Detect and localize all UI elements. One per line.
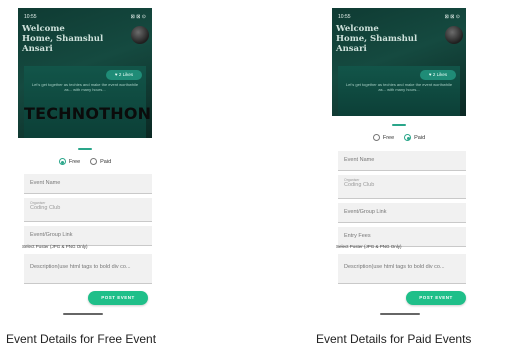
paid-event-screen: 10:55 ⊠ ⊠ ⊙ Welcome Home, Shamshul Ansar… [332, 8, 466, 316]
pricing-radio-group: Free Paid [18, 158, 152, 165]
select-poster-link[interactable]: Select Poster (JPG & PNG Only) [336, 244, 402, 249]
pricing-radio-group: Free Paid [332, 134, 466, 141]
select-poster-link[interactable]: Select Poster (JPG & PNG Only) [22, 244, 88, 249]
avatar[interactable] [131, 26, 149, 44]
radio-free-label: Free [382, 134, 395, 141]
home-indicator [380, 313, 420, 315]
likes-chip[interactable]: ♥ 2 Likes [106, 70, 142, 80]
radio-free[interactable]: Free [372, 134, 395, 141]
radio-paid-icon [90, 158, 98, 165]
radio-free-icon [58, 158, 66, 165]
welcome-title: Welcome Home, Shamshul Ansari [336, 24, 418, 54]
status-time: 10:55 [338, 14, 351, 20]
event-caption: Let's get together as techies and make t… [345, 82, 453, 92]
description-placeholder: Description(use html tags to bold div co… [30, 264, 131, 270]
page-indicator [392, 124, 406, 126]
event-link-field[interactable]: Event/Group Link [24, 226, 152, 246]
event-link-label: Event/Group Link [344, 209, 387, 215]
avatar[interactable] [445, 26, 463, 44]
radio-free-icon [372, 134, 380, 141]
organiser-field[interactable]: Organiser Coding Club [338, 175, 466, 199]
status-bar: 10:55 ⊠ ⊠ ⊙ [24, 12, 146, 22]
post-event-button[interactable]: POST EVENT [88, 291, 148, 305]
organiser-field[interactable]: Organiser Coding Club [24, 198, 152, 222]
organiser-value: Coding Club [30, 205, 61, 211]
description-placeholder: Description(use html tags to bold div co… [344, 264, 445, 270]
radio-paid[interactable]: Paid [90, 158, 111, 165]
event-caption: Let's get together as techies and make t… [31, 82, 139, 92]
event-link-field[interactable]: Event/Group Link [338, 203, 466, 223]
event-link-label: Event/Group Link [30, 232, 73, 238]
status-icons: ⊠ ⊠ ⊙ [444, 14, 460, 20]
event-name-field[interactable]: Event Name [24, 174, 152, 194]
organiser-value: Coding Club [344, 182, 375, 188]
status-icons: ⊠ ⊠ ⊙ [130, 14, 146, 20]
radio-paid-label: Paid [100, 158, 112, 165]
entry-fees-label: Entry Fees [344, 233, 371, 239]
radio-free-label: Free [68, 158, 81, 165]
paid-caption: Event Details for Paid Events [316, 332, 472, 346]
home-indicator [63, 313, 103, 315]
event-name-label: Event Name [344, 157, 375, 163]
description-field[interactable]: Description(use html tags to bold div co… [338, 254, 466, 284]
header-banner: 10:55 ⊠ ⊠ ⊙ Welcome Home, Shamshul Ansar… [332, 8, 466, 116]
description-field[interactable]: Description(use html tags to bold div co… [24, 254, 152, 284]
welcome-title: Welcome Home, Shamshul Ansari [22, 24, 104, 54]
radio-paid[interactable]: Paid [404, 134, 425, 141]
header-banner: 10:55 ⊠ ⊠ ⊙ Welcome Home, Shamshul Ansar… [18, 8, 152, 138]
event-name-label: Event Name [30, 180, 61, 186]
status-bar: 10:55 ⊠ ⊠ ⊙ [338, 12, 460, 22]
status-time: 10:55 [24, 14, 37, 20]
radio-free[interactable]: Free [58, 158, 81, 165]
poster-title: TECHNOTHON [24, 104, 152, 123]
free-caption: Event Details for Free Event [6, 332, 157, 346]
post-event-button[interactable]: POST EVENT [406, 291, 466, 305]
event-name-field[interactable]: Event Name [338, 151, 466, 171]
likes-chip[interactable]: ♥ 2 Likes [420, 70, 456, 80]
free-event-screen: 10:55 ⊠ ⊠ ⊙ Welcome Home, Shamshul Ansar… [18, 8, 152, 316]
radio-paid-label: Paid [414, 134, 426, 141]
page-indicator [78, 148, 92, 150]
radio-paid-icon [404, 134, 412, 141]
